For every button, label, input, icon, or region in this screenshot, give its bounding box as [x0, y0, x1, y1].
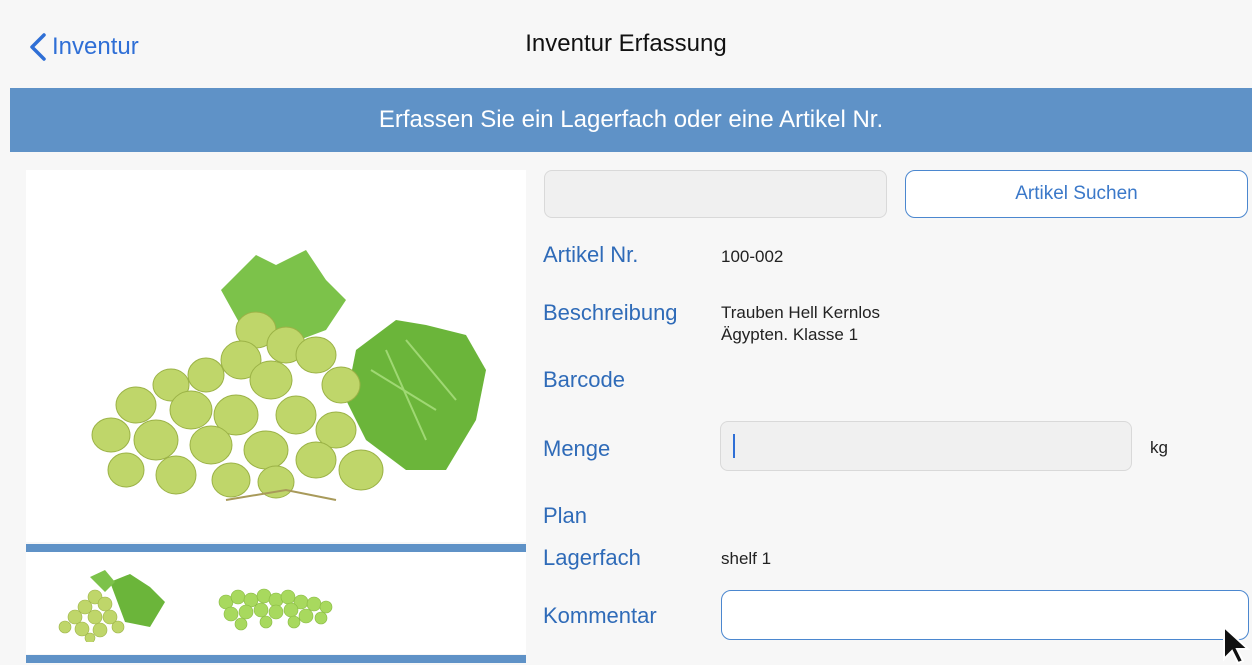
image-divider-bottom [26, 655, 526, 663]
artikel-suchen-button[interactable]: Artikel Suchen [905, 170, 1248, 218]
thumbnail-1[interactable] [50, 562, 170, 642]
product-image [26, 170, 526, 542]
image-divider-top [26, 544, 526, 552]
artikel-nr-label: Artikel Nr. [543, 242, 639, 267]
lagerfach-value: shelf 1 [721, 549, 772, 568]
menge-unit: kg [1150, 438, 1168, 457]
beschreibung-line-2: Ägypten. Klasse 1 [721, 325, 859, 344]
lagerfach-label: Lagerfach [543, 545, 641, 570]
artikel-nr-value: 100-002 [721, 247, 784, 266]
navigation-bar: Inventur Inventur Erfassung [0, 0, 1252, 88]
kommentar-input[interactable] [721, 590, 1249, 640]
menge-label: Menge [543, 436, 611, 461]
kommentar-label: Kommentar [543, 603, 657, 628]
menge-input[interactable] [720, 421, 1132, 471]
mouse-pointer-icon [1223, 625, 1251, 665]
instruction-banner: Erfassen Sie ein Lagerfach oder eine Art… [10, 88, 1252, 152]
barcode-label: Barcode [543, 367, 625, 392]
search-input[interactable] [544, 170, 887, 218]
text-caret [733, 434, 735, 458]
thumbnail-2[interactable] [206, 562, 346, 642]
thumbnail-strip [26, 552, 526, 654]
plan-label: Plan [543, 503, 588, 528]
beschreibung-label: Beschreibung [543, 300, 678, 325]
page-title: Inventur Erfassung [525, 30, 727, 57]
beschreibung-line-1: Trauben Hell Kernlos [721, 303, 881, 322]
